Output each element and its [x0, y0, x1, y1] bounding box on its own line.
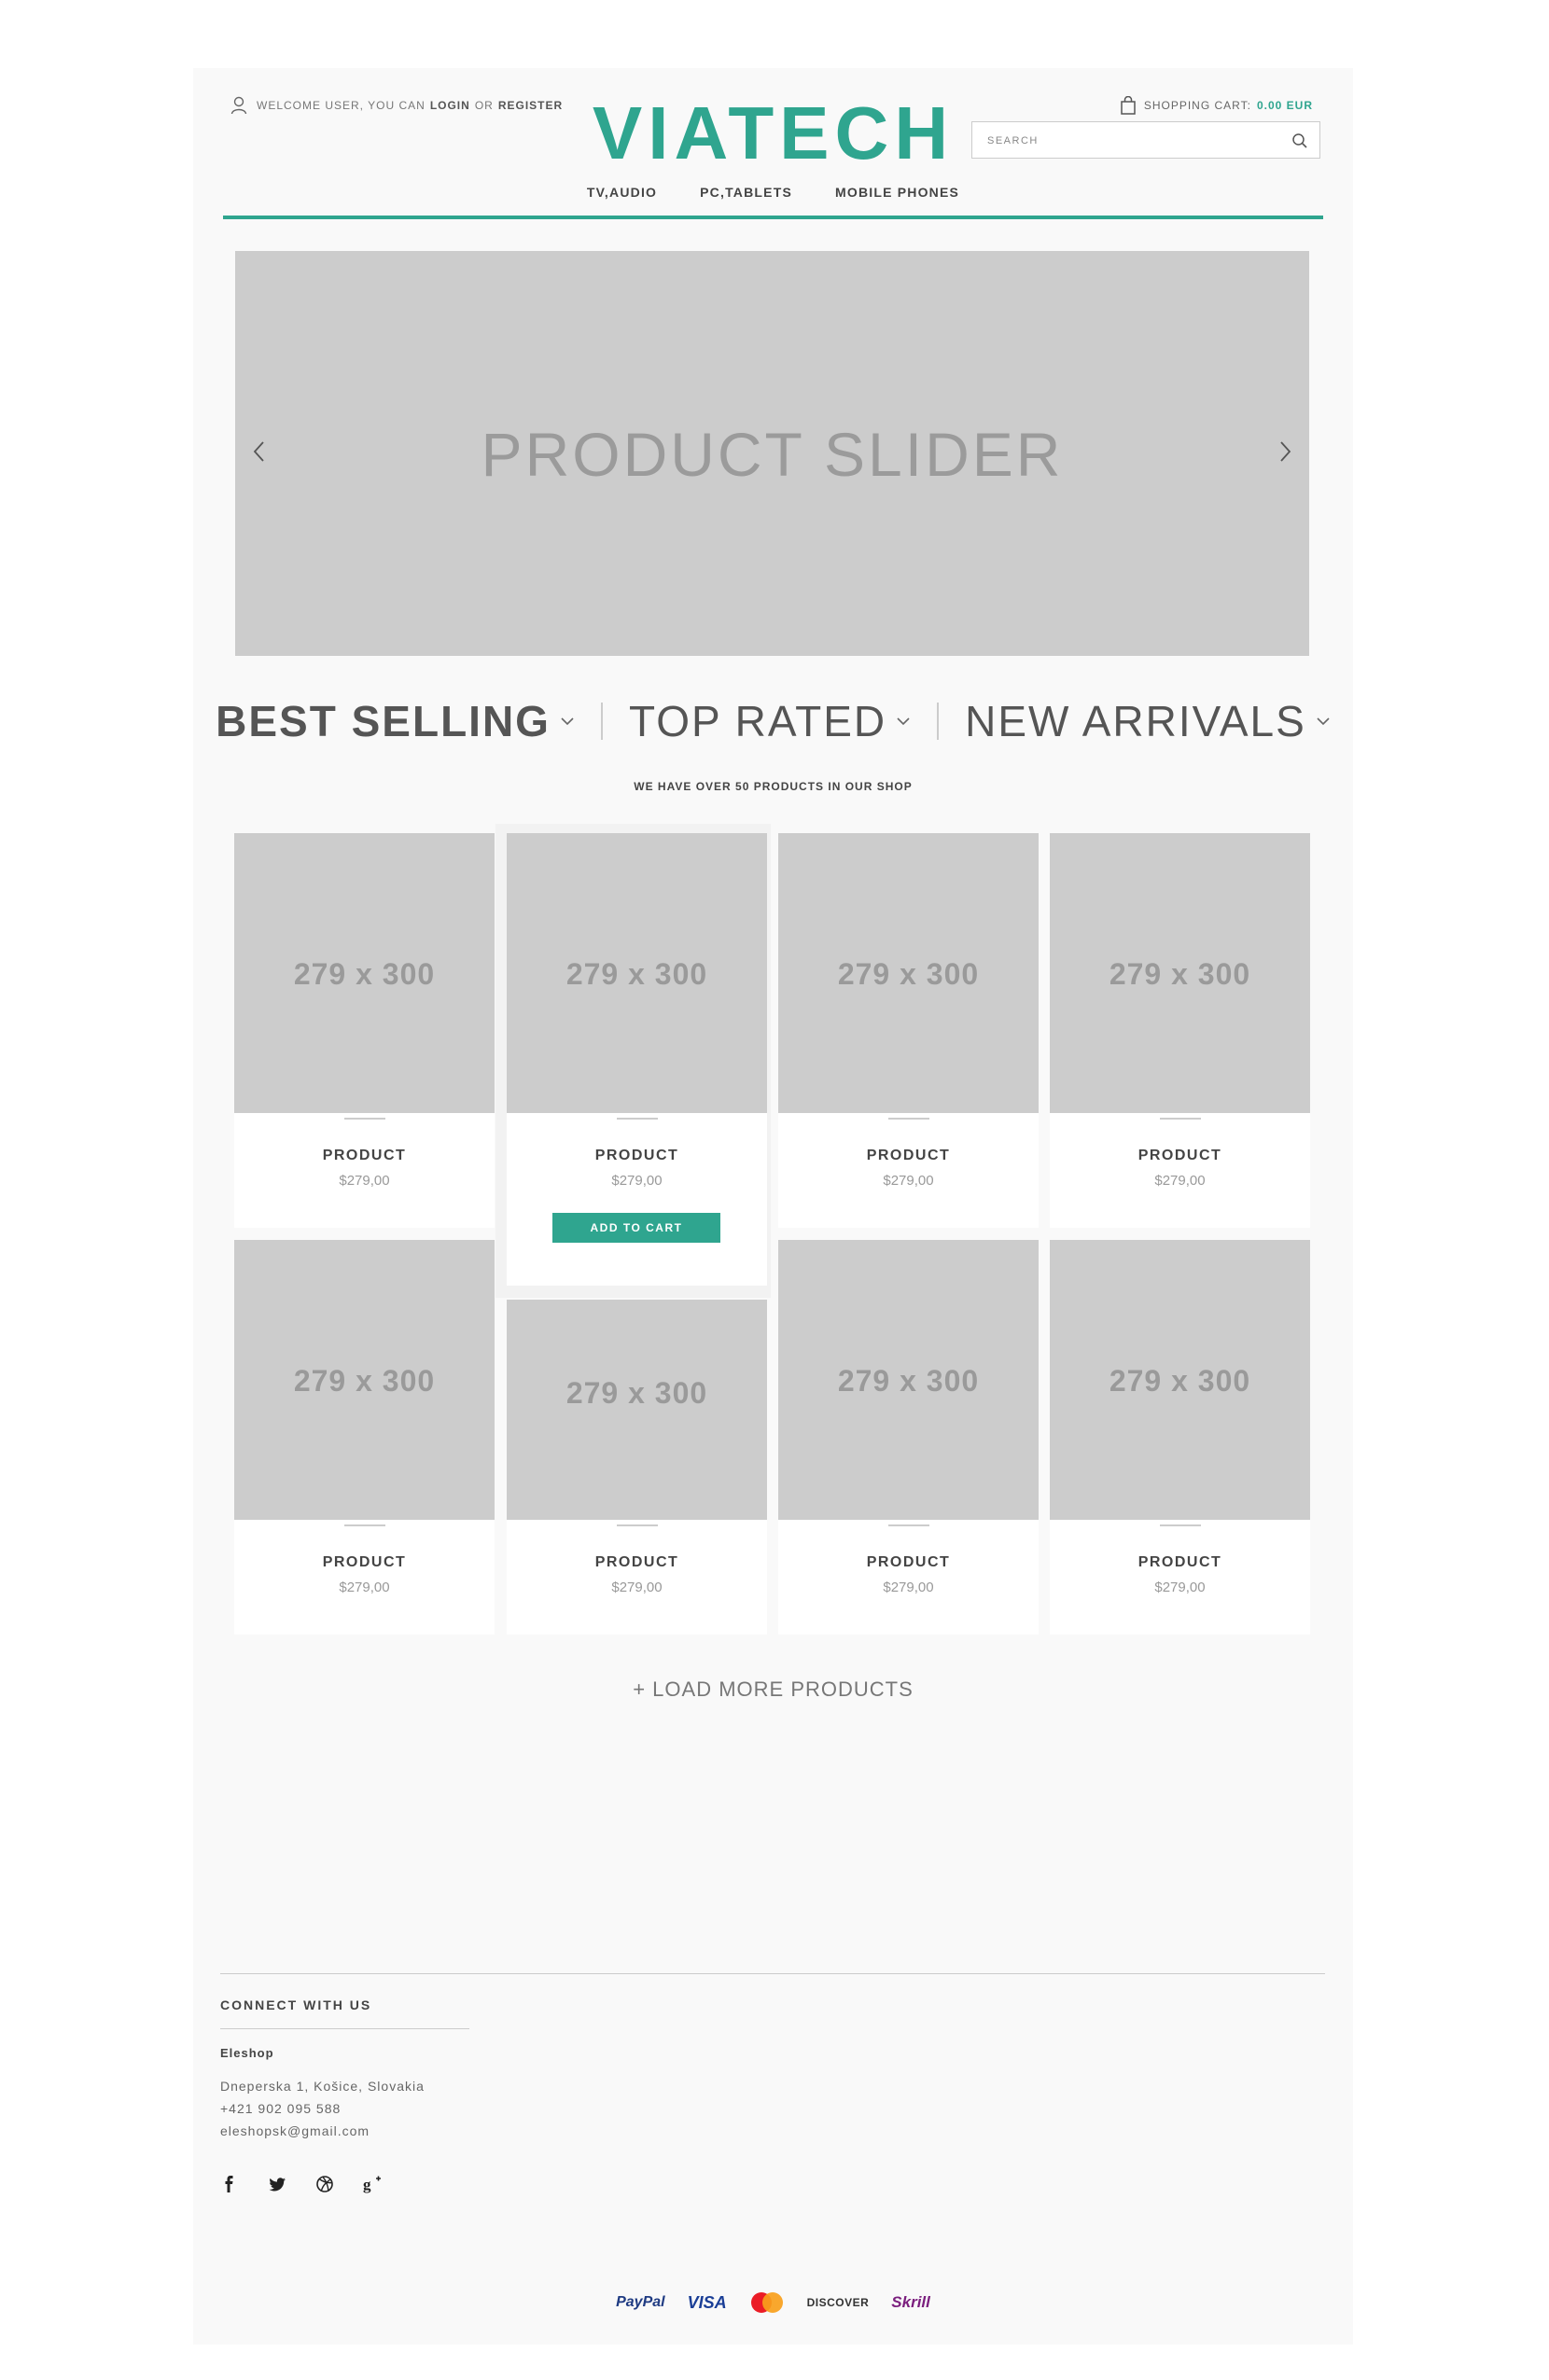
products-count-subtitle: WE HAVE OVER 50 PRODUCTS IN OUR SHOP [634, 780, 913, 793]
product-price: $279,00 [611, 1173, 663, 1189]
social-links: g [220, 2175, 411, 2193]
product-name[interactable]: PRODUCT [234, 1148, 495, 1164]
product-name[interactable]: PRODUCT [1050, 1148, 1310, 1164]
connect-divider [220, 2028, 469, 2029]
product-price: $279,00 [339, 1580, 390, 1595]
image-placeholder-label: 279 x 300 [1109, 957, 1251, 991]
nav-item-mobile-phones[interactable]: MOBILE PHONES [835, 185, 959, 200]
connect-title: CONNECT WITH US [220, 1997, 372, 2012]
company-phone: +421 902 095 588 [220, 2101, 342, 2116]
tab-label: BEST SELLING [216, 697, 551, 745]
load-more-button[interactable]: + LOAD MORE PRODUCTS [193, 1677, 1353, 1702]
discover-logo: DISCOVER [806, 2296, 870, 2309]
card-divider [617, 1118, 658, 1120]
product-tabs: BEST SELLING TOP RATED NEW ARRIVALS [193, 693, 1353, 749]
cart-amount: 0.00 EUR [1256, 99, 1313, 112]
product-price: $279,00 [1154, 1580, 1206, 1595]
company-address: Dneperska 1, Košice, Slovakia [220, 2079, 425, 2094]
product-name[interactable]: PRODUCT [234, 1554, 495, 1571]
product-name[interactable]: PRODUCT [507, 1148, 767, 1164]
tab-new-arrivals[interactable]: NEW ARRIVALS [965, 693, 1331, 749]
cart-label: SHOPPING CART: [1143, 99, 1251, 112]
product-card[interactable]: 279 x 300 PRODUCT $279,00 [234, 1240, 495, 1635]
product-card[interactable]: 279 x 300 PRODUCT $279,00 [778, 833, 1039, 1228]
slider-title: PRODUCT SLIDER [481, 420, 1064, 489]
twitter-icon[interactable] [268, 2175, 286, 2193]
product-price: $279,00 [883, 1580, 934, 1595]
search-box [971, 121, 1320, 160]
payment-methods: PayPal VISA DISCOVER Skrill [193, 2291, 1353, 2314]
skrill-logo: Skrill [891, 2293, 930, 2311]
nav-divider [223, 216, 1323, 219]
product-card[interactable]: 279 x 300 PRODUCT $279,00 [234, 833, 495, 1228]
image-placeholder-label: 279 x 300 [837, 957, 980, 991]
product-card[interactable]: 279 x 300 PRODUCT $279,00 ADD TO CART [507, 833, 767, 1286]
visa-logo: VISA [687, 2292, 727, 2312]
paypal-logo: PayPal [616, 2294, 665, 2310]
card-divider [1160, 1524, 1201, 1526]
main-nav: TV,AUDIO PC,TABLETS MOBILE PHONES [193, 185, 1353, 200]
image-placeholder-label: 279 x 300 [293, 1364, 436, 1398]
search-icon[interactable] [1291, 132, 1308, 149]
company-name: Eleshop [220, 2046, 274, 2060]
chevron-right-icon[interactable] [1276, 439, 1294, 464]
tab-label: NEW ARRIVALS [965, 697, 1306, 745]
card-divider [344, 1524, 385, 1526]
image-placeholder-label: 279 x 300 [837, 1364, 980, 1398]
product-card[interactable]: 279 x 300 PRODUCT $279,00 [778, 1240, 1039, 1635]
product-card[interactable]: 279 x 300 PRODUCT $279,00 [1050, 833, 1310, 1228]
shopping-bag-icon [1121, 96, 1136, 115]
image-placeholder-label: 279 x 300 [1109, 1364, 1251, 1398]
footer-divider [220, 1973, 1325, 1974]
product-name[interactable]: PRODUCT [507, 1554, 767, 1571]
chevron-down-icon [561, 717, 574, 726]
card-divider [1160, 1118, 1201, 1120]
product-price: $279,00 [339, 1173, 390, 1189]
tab-best-selling[interactable]: BEST SELLING [216, 693, 575, 749]
product-price: $279,00 [611, 1580, 663, 1595]
chevron-down-icon [1317, 717, 1330, 726]
tab-separator [937, 703, 940, 740]
product-name[interactable]: PRODUCT [778, 1554, 1039, 1571]
image-placeholder-label: 279 x 300 [293, 957, 436, 991]
product-image[interactable]: 279 x 300 [234, 1240, 495, 1520]
product-image[interactable]: 279 x 300 [778, 1240, 1039, 1520]
product-image[interactable]: 279 x 300 [507, 833, 767, 1113]
product-slider: PRODUCT SLIDER [235, 251, 1309, 656]
nav-item-tv-audio[interactable]: TV,AUDIO [587, 185, 657, 200]
company-email[interactable]: eleshopsk@gmail.com [220, 2123, 370, 2138]
product-image[interactable]: 279 x 300 [778, 833, 1039, 1113]
product-card[interactable]: 279 x 300 PRODUCT $279,00 [1050, 1240, 1310, 1635]
tab-separator [600, 703, 603, 740]
shopping-cart[interactable]: SHOPPING CART: 0.00 EUR [1120, 94, 1313, 117]
card-divider [617, 1524, 658, 1526]
nav-item-pc-tablets[interactable]: PC,TABLETS [700, 185, 792, 200]
google-plus-icon[interactable]: g [363, 2175, 382, 2193]
page-container: WELCOME USER, YOU CAN LOGIN OR REGISTER … [193, 68, 1353, 2345]
dribbble-icon[interactable] [315, 2175, 334, 2193]
product-image[interactable]: 279 x 300 [1050, 833, 1310, 1113]
card-divider [888, 1118, 929, 1120]
tab-label: TOP RATED [628, 697, 887, 745]
product-name[interactable]: PRODUCT [778, 1148, 1039, 1164]
svg-text:g: g [363, 2176, 371, 2193]
mastercard-icon [750, 2292, 783, 2313]
facebook-icon[interactable] [220, 2175, 239, 2193]
product-image[interactable]: 279 x 300 [234, 833, 495, 1113]
product-card[interactable]: 279 x 300 PRODUCT $279,00 [507, 1300, 767, 1635]
card-divider [344, 1118, 385, 1120]
product-price: $279,00 [1154, 1173, 1206, 1189]
chevron-left-icon[interactable] [250, 439, 269, 464]
product-price: $279,00 [883, 1173, 934, 1189]
product-image[interactable]: 279 x 300 [507, 1300, 767, 1520]
product-image[interactable]: 279 x 300 [1050, 1240, 1310, 1520]
chevron-down-icon [897, 717, 910, 726]
image-placeholder-label: 279 x 300 [565, 957, 708, 991]
product-name[interactable]: PRODUCT [1050, 1554, 1310, 1571]
card-divider [888, 1524, 929, 1526]
search-input[interactable] [985, 122, 1269, 160]
add-to-cart-button[interactable]: ADD TO CART [552, 1213, 720, 1243]
image-placeholder-label: 279 x 300 [565, 1376, 708, 1410]
tab-top-rated[interactable]: TOP RATED [629, 693, 911, 749]
